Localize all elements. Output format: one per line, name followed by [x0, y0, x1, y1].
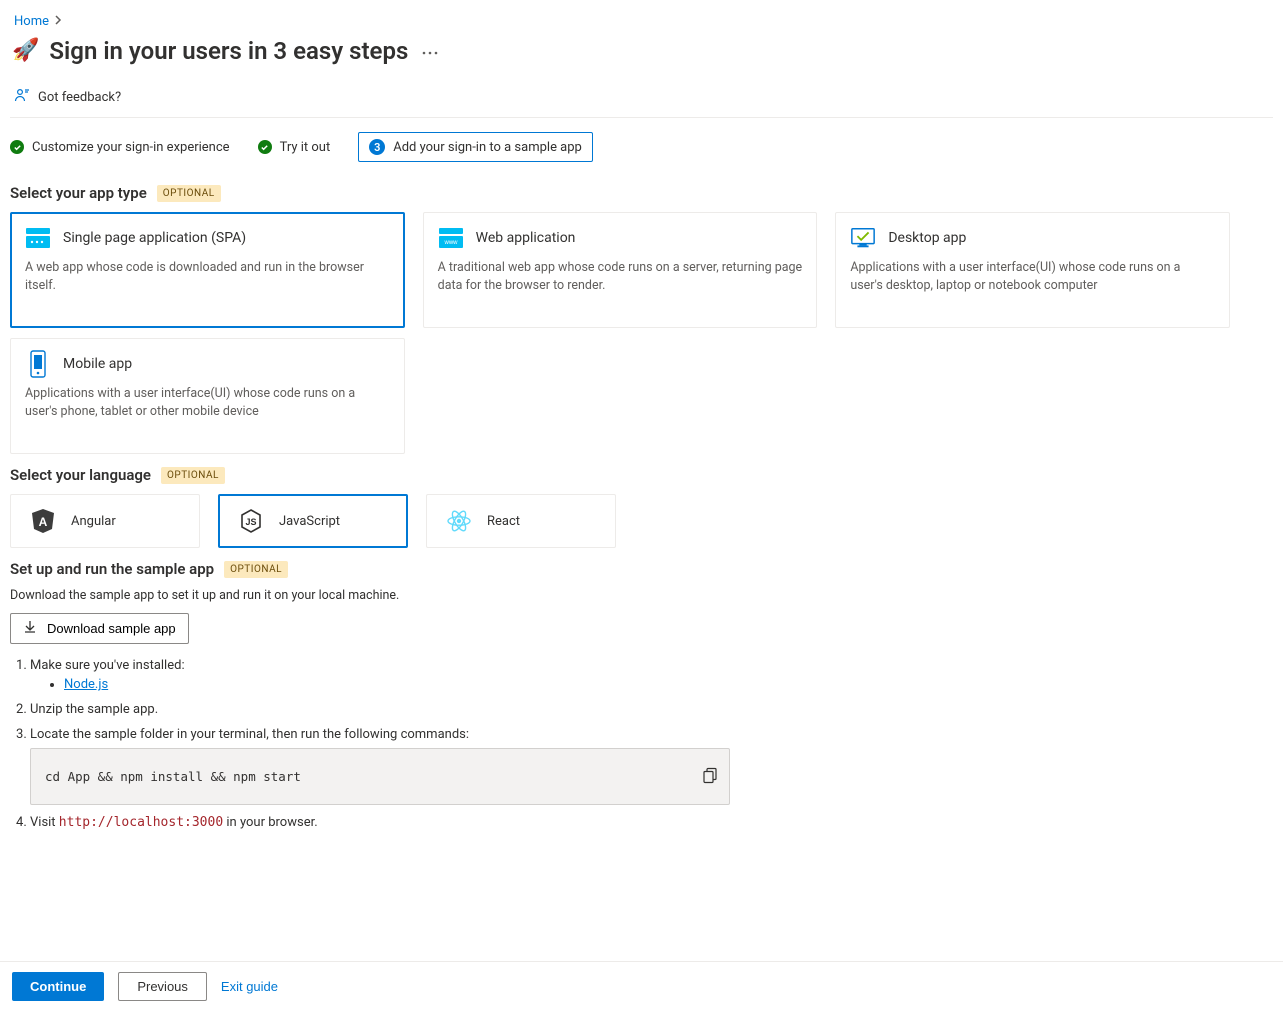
app-type-grid: Single page application (SPA) A web app …	[10, 212, 1230, 328]
setup-steps: Make sure you've installed: Node.js Unzi…	[10, 658, 1273, 830]
setup-heading: Set up and run the sample app OPTIONAL	[10, 560, 1273, 578]
download-button-label: Download sample app	[47, 621, 176, 636]
check-circle-icon	[10, 140, 24, 154]
setup-step-4: Visit http://localhost:3000 in your brow…	[30, 815, 1273, 830]
language-label: Angular	[71, 514, 116, 529]
more-actions-button[interactable]	[418, 40, 442, 63]
app-type-card-spa[interactable]: Single page application (SPA) A web app …	[10, 212, 405, 328]
web-app-icon: www	[438, 227, 464, 249]
footer-bar: Continue Previous Exit guide	[0, 961, 1283, 1011]
breadcrumb: Home	[14, 14, 1273, 29]
step-3-current[interactable]: 3 Add your sign-in to a sample app	[358, 132, 593, 162]
angular-icon: A	[29, 507, 57, 535]
page-title-row: 🚀 Sign in your users in 3 easy steps	[12, 37, 1273, 65]
card-desc: Applications with a user interface(UI) w…	[850, 259, 1215, 294]
svg-text:JS: JS	[245, 517, 256, 527]
check-circle-icon	[258, 140, 272, 154]
card-desc: Applications with a user interface(UI) w…	[25, 385, 390, 420]
card-title: Mobile app	[63, 356, 132, 372]
code-text: cd App && npm install && npm start	[45, 769, 301, 784]
optional-badge: OPTIONAL	[157, 185, 221, 202]
previous-button[interactable]: Previous	[118, 972, 207, 1001]
feedback-label: Got feedback?	[38, 90, 121, 105]
svg-text:www: www	[443, 240, 458, 246]
page-title: Sign in your users in 3 easy steps	[49, 37, 408, 65]
setup-step-1-text: Make sure you've installed:	[30, 658, 185, 673]
breadcrumb-home-link[interactable]: Home	[14, 14, 49, 29]
step-2-done: Try it out	[258, 140, 331, 155]
optional-badge: OPTIONAL	[161, 467, 225, 484]
app-type-card-web[interactable]: www Web application A traditional web ap…	[423, 212, 818, 328]
javascript-icon: JS	[237, 507, 265, 535]
setup-step-3: Locate the sample folder in your termina…	[30, 727, 1273, 805]
card-title: Desktop app	[888, 230, 966, 246]
setup-title: Set up and run the sample app	[10, 560, 214, 578]
stepper: Customize your sign-in experience Try it…	[10, 132, 1273, 162]
localhost-url: http://localhost:3000	[59, 815, 223, 830]
nodejs-link[interactable]: Node.js	[64, 677, 108, 692]
continue-button[interactable]: Continue	[12, 972, 104, 1001]
language-card-react[interactable]: React	[426, 494, 616, 548]
setup-step-4-prefix: Visit	[30, 815, 59, 830]
rocket-icon: 🚀	[12, 40, 39, 62]
language-heading: Select your language OPTIONAL	[10, 466, 1273, 484]
setup-subtext: Download the sample app to set it up and…	[10, 588, 1273, 603]
copy-button[interactable]	[703, 767, 719, 786]
code-block: cd App && npm install && npm start	[30, 748, 730, 805]
card-desc: A web app whose code is downloaded and r…	[25, 259, 390, 294]
language-card-angular[interactable]: A Angular	[10, 494, 200, 548]
download-sample-button[interactable]: Download sample app	[10, 613, 189, 644]
language-label: React	[487, 514, 520, 529]
step-1-label: Customize your sign-in experience	[32, 140, 230, 155]
card-desc: A traditional web app whose code runs on…	[438, 259, 803, 294]
chevron-right-icon	[55, 14, 63, 29]
language-label: JavaScript	[279, 514, 340, 529]
mobile-app-icon	[25, 353, 51, 375]
desktop-app-icon	[850, 227, 876, 249]
step-1-done: Customize your sign-in experience	[10, 140, 230, 155]
setup-step-2: Unzip the sample app.	[30, 702, 1273, 717]
optional-badge: OPTIONAL	[224, 561, 288, 578]
app-type-heading: Select your app type OPTIONAL	[10, 184, 1273, 202]
card-title: Single page application (SPA)	[63, 230, 246, 246]
language-title: Select your language	[10, 466, 151, 484]
feedback-bar[interactable]: Got feedback?	[10, 77, 1273, 118]
setup-step-4-suffix: in your browser.	[223, 815, 317, 830]
setup-step-3-text: Locate the sample folder in your termina…	[30, 727, 469, 742]
step-2-label: Try it out	[280, 140, 331, 155]
svg-text:A: A	[39, 515, 48, 529]
card-title: Web application	[476, 230, 576, 246]
step-3-label: Add your sign-in to a sample app	[393, 140, 582, 155]
setup-step-1: Make sure you've installed: Node.js	[30, 658, 1273, 692]
language-card-javascript[interactable]: JS JavaScript	[218, 494, 408, 548]
feedback-person-icon	[14, 87, 30, 107]
app-type-title: Select your app type	[10, 184, 147, 202]
app-type-card-mobile[interactable]: Mobile app Applications with a user inte…	[10, 338, 405, 454]
react-icon	[445, 507, 473, 535]
download-icon	[23, 620, 37, 637]
spa-icon	[25, 227, 51, 249]
app-type-card-desktop[interactable]: Desktop app Applications with a user int…	[835, 212, 1230, 328]
language-grid: A Angular JS JavaScript React	[10, 494, 1273, 548]
step-3-number: 3	[369, 139, 385, 155]
exit-guide-link[interactable]: Exit guide	[221, 979, 278, 994]
